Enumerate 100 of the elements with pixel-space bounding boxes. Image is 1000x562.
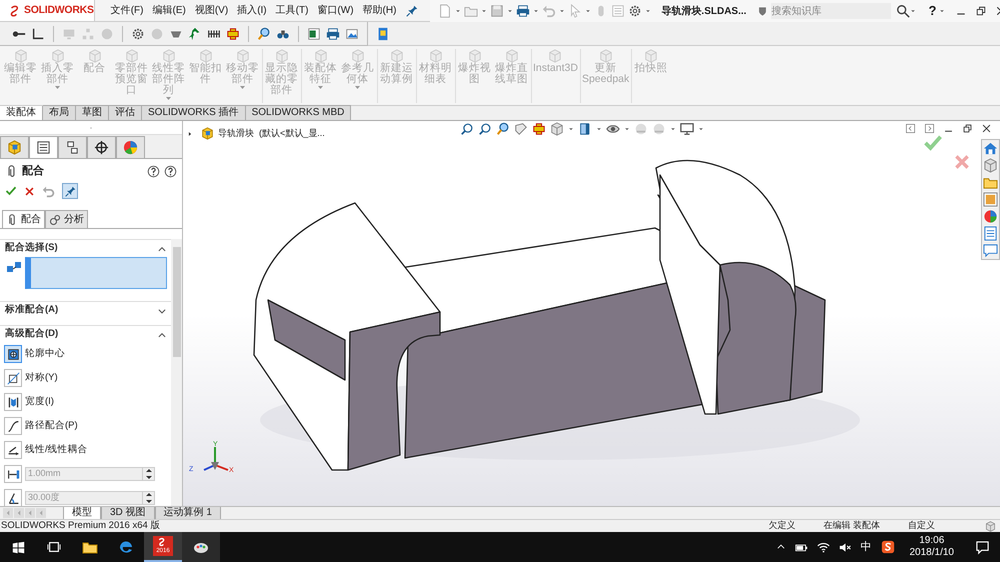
caret-icon[interactable] <box>596 126 602 132</box>
mate-type-button[interactable] <box>4 393 22 411</box>
panel-right-icon[interactable] <box>924 123 935 134</box>
section-header[interactable]: 标准配合(A) <box>5 303 58 318</box>
tree-root-label[interactable]: 导轨滑块 (默认<默认_显... <box>218 127 325 140</box>
pin-icon[interactable] <box>406 4 418 16</box>
tab[interactable]: SOLIDWORKS 插件 <box>142 105 246 120</box>
settings-icon[interactable] <box>628 4 642 18</box>
menu-item[interactable]: 工具(T) <box>276 3 308 18</box>
menu-item[interactable]: 文件(F) <box>110 3 144 18</box>
view-orientation-icon[interactable] <box>550 122 564 136</box>
task-view-icon <box>47 540 61 554</box>
clock-date[interactable]: 2018/1/10 <box>910 547 954 559</box>
help-icon[interactable] <box>164 164 177 178</box>
profile-center-icon <box>6 348 20 360</box>
caret-icon[interactable] <box>645 8 652 14</box>
tab[interactable]: SOLIDWORKS MBD <box>246 105 352 120</box>
tab[interactable]: 装配体 <box>0 106 43 120</box>
search-icon[interactable] <box>896 4 910 18</box>
cancel-icon[interactable] <box>24 186 35 196</box>
grip-icon[interactable] <box>88 124 94 130</box>
feature-manager-tab[interactable] <box>87 136 116 158</box>
taskbar-app[interactable] <box>182 532 220 562</box>
mate-type-button[interactable] <box>4 345 22 363</box>
menu-item[interactable]: 帮助(H) <box>362 3 396 18</box>
panel-left-icon[interactable] <box>905 123 916 134</box>
help-button[interactable]: ? <box>928 1 936 21</box>
caret-icon[interactable] <box>507 8 514 14</box>
status-icon[interactable] <box>985 520 996 532</box>
help-icon[interactable] <box>147 164 160 178</box>
property-manager-icon <box>36 140 51 155</box>
expand-arrow-icon[interactable] <box>187 130 193 137</box>
magnifier-icon[interactable] <box>257 26 271 40</box>
component-icon <box>390 49 404 63</box>
spreadsheet-icon[interactable] <box>307 26 321 40</box>
home-icon[interactable] <box>983 141 998 156</box>
palette-icon[interactable] <box>983 192 998 207</box>
notification-icon[interactable] <box>975 540 990 554</box>
restore-icon[interactable] <box>975 5 988 17</box>
printer-icon[interactable] <box>326 26 340 40</box>
section-header[interactable]: 高级配合(D) <box>5 327 58 342</box>
clock-time[interactable]: 19:06 <box>919 535 944 547</box>
caret-icon[interactable] <box>624 126 630 132</box>
caret-icon[interactable] <box>568 126 574 132</box>
angle-icon[interactable] <box>31 26 45 40</box>
caret-icon[interactable] <box>559 8 566 14</box>
mate-type-button[interactable] <box>4 417 22 435</box>
properties-icon[interactable] <box>983 226 998 241</box>
mate-type-button[interactable] <box>4 441 22 459</box>
tab[interactable]: 草图 <box>76 105 109 120</box>
input-method-indicator[interactable]: 中 <box>860 538 872 556</box>
feature-manager-tab[interactable] <box>58 136 87 158</box>
image-icon[interactable] <box>345 26 359 40</box>
wifi-icon[interactable] <box>816 540 830 554</box>
component-icon <box>50 49 64 63</box>
caret-icon[interactable] <box>533 8 540 14</box>
pin-button[interactable] <box>62 183 78 199</box>
tab[interactable]: 分析 <box>45 210 88 228</box>
cross-icon[interactable] <box>226 26 240 40</box>
save-icon[interactable] <box>490 4 504 18</box>
caret-icon[interactable] <box>455 8 462 14</box>
tab[interactable]: 3D 视图 <box>101 507 155 519</box>
confirm-check-icon[interactable] <box>923 133 943 153</box>
tab[interactable]: 运动算例 1 <box>154 507 221 519</box>
menu-item[interactable]: 窗口(W) <box>317 3 354 18</box>
gears-icon <box>49 214 61 226</box>
print-icon[interactable] <box>516 4 530 18</box>
caret-icon[interactable] <box>481 8 488 14</box>
display-style-icon[interactable] <box>578 122 592 136</box>
scrollbar[interactable] <box>171 239 182 506</box>
restore-icon[interactable] <box>962 123 973 134</box>
forum-icon[interactable] <box>983 243 998 258</box>
sogou-icon[interactable] <box>880 540 894 554</box>
menu-item[interactable]: 编辑(E) <box>152 3 186 18</box>
zoom-area-icon[interactable] <box>478 122 492 136</box>
mate-type-button[interactable] <box>4 369 22 387</box>
volume-muted-icon[interactable] <box>838 540 852 554</box>
tab[interactable]: 评估 <box>109 105 142 120</box>
assembly-icon <box>201 127 214 140</box>
search-field[interactable]: 搜索知识库 <box>771 3 892 19</box>
close-icon[interactable] <box>981 123 992 134</box>
caret-icon[interactable] <box>939 8 946 14</box>
menu-item[interactable]: 插入(I) <box>237 3 267 18</box>
zoom-to-fit-icon[interactable] <box>460 122 474 136</box>
feature-manager-tab[interactable] <box>29 136 58 158</box>
ok-icon[interactable] <box>5 185 17 197</box>
caret-icon[interactable] <box>670 126 676 132</box>
parts-icon[interactable] <box>983 158 998 173</box>
settings-icon[interactable] <box>131 26 145 40</box>
section-header[interactable]: 配合选择(S) <box>5 241 58 256</box>
tab[interactable]: 模型 <box>63 507 101 519</box>
caret-icon[interactable] <box>910 8 916 14</box>
tab[interactable]: 布局 <box>43 105 76 120</box>
monitor-icon[interactable] <box>680 122 694 136</box>
caret-icon[interactable] <box>698 126 704 132</box>
book-icon[interactable] <box>376 26 390 40</box>
tab[interactable]: 配合 <box>2 210 45 228</box>
caret-icon[interactable] <box>585 8 592 14</box>
location-pin-icon[interactable] <box>188 26 202 40</box>
menu-item[interactable]: 视图(V) <box>194 3 228 18</box>
